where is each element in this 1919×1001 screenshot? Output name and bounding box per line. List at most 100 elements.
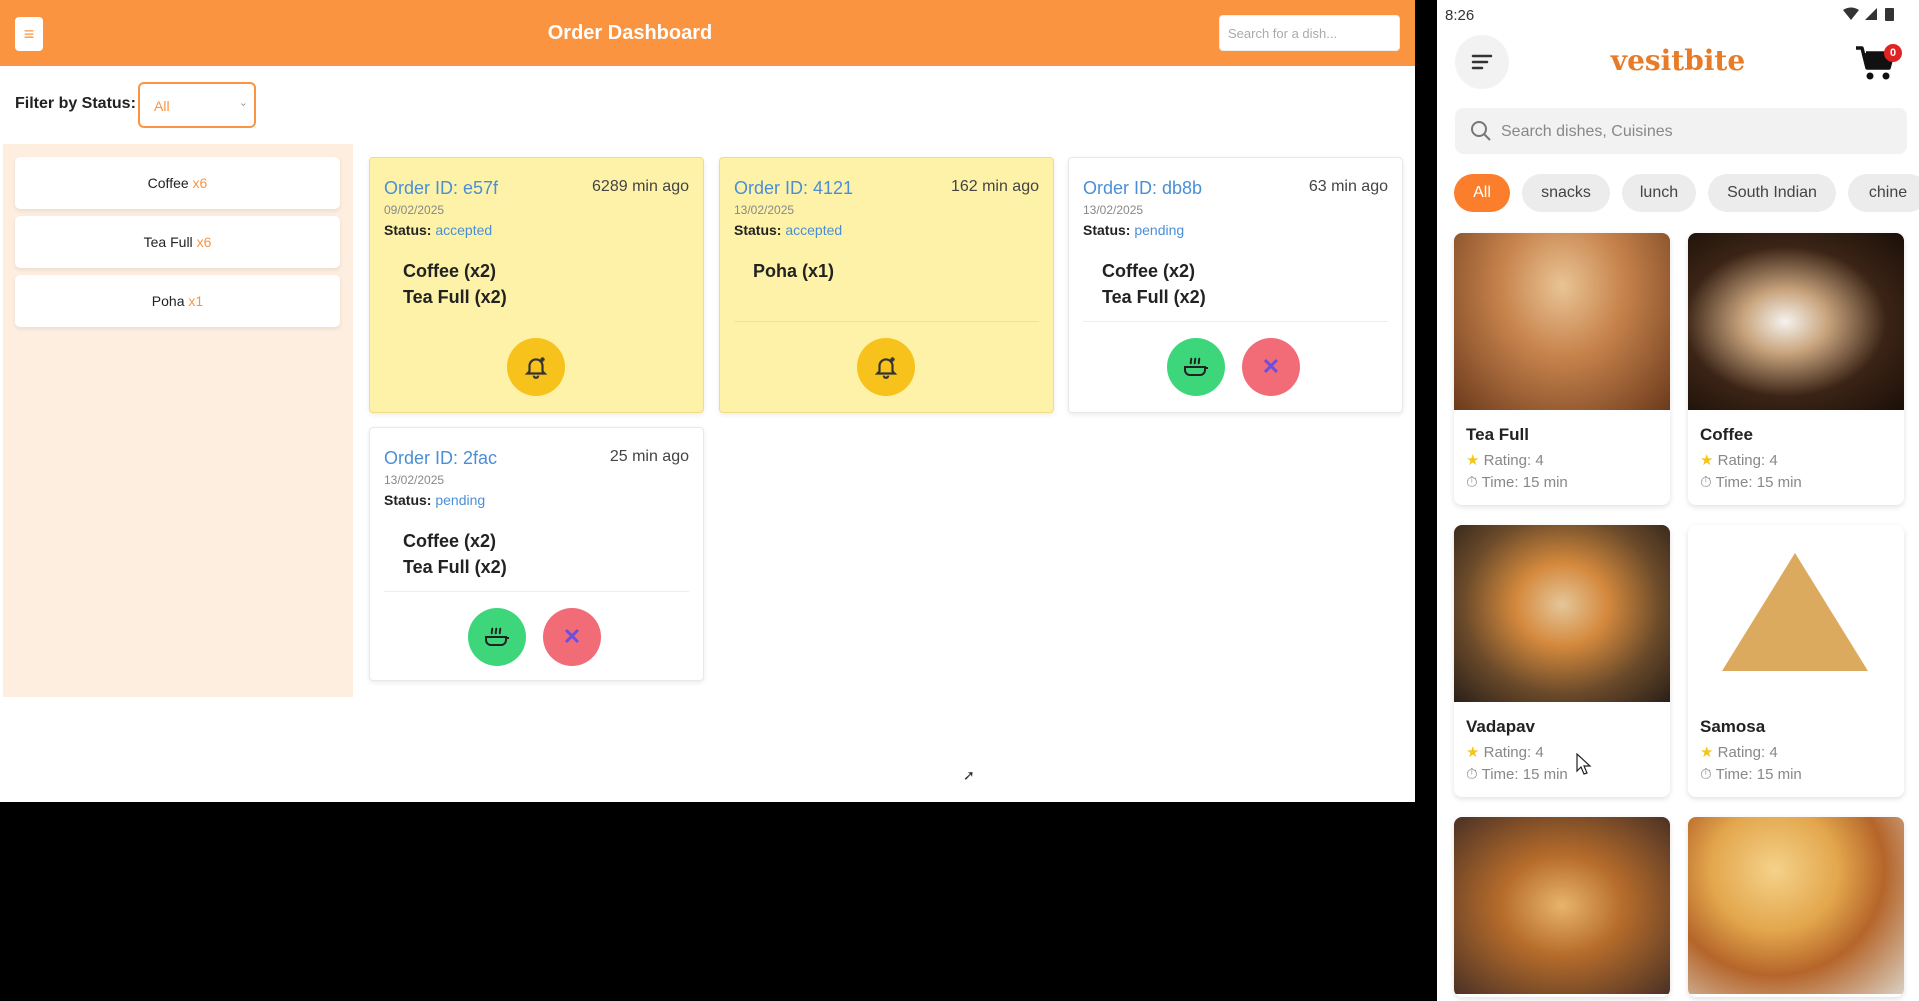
status-label: Status: <box>734 222 782 238</box>
dish-search-field[interactable]: Search dishes, Cuisines <box>1455 108 1907 154</box>
order-date: 13/02/2025 <box>734 203 795 217</box>
status-value: accepted <box>785 222 843 238</box>
food-image <box>1688 817 1904 994</box>
filter-label: Filter by Status: <box>15 95 136 112</box>
order-age: 162 min ago <box>950 178 1039 195</box>
food-name: Vadapav <box>1466 717 1535 736</box>
chip-south-indian[interactable]: South Indian <box>1708 174 1836 212</box>
coffee-image <box>1688 233 1904 410</box>
food-card-coffee[interactable]: Coffee ★ Rating: 4 ⏱ Time: 15 min <box>1688 233 1904 505</box>
divider <box>734 321 1039 322</box>
order-date: 13/02/2025 <box>384 473 445 487</box>
food-time-text: Time: 15 min <box>1481 766 1568 783</box>
order-age: 25 min ago <box>609 448 689 465</box>
summary-item-name: Tea Full <box>143 234 193 250</box>
chip-chinese[interactable]: chine <box>1848 174 1919 212</box>
reject-order-button[interactable]: ✕ <box>543 608 601 666</box>
cooking-pot-icon <box>1184 357 1208 376</box>
star-icon: ★ <box>1700 744 1714 761</box>
order-item: Coffee (x2) <box>403 531 497 551</box>
order-id: Order ID: db8b <box>1083 178 1203 198</box>
order-item: Coffee (x2) <box>1102 261 1196 281</box>
food-card[interactable] <box>1454 817 1670 997</box>
food-rating: ★ Rating: 4 <box>1466 743 1544 761</box>
summary-item-name: Coffee <box>147 175 189 191</box>
status-label: Status: <box>384 222 432 238</box>
star-icon: ★ <box>1466 744 1480 761</box>
order-items: Poha (x1) <box>753 258 834 284</box>
chip-all[interactable]: All <box>1454 174 1510 212</box>
timer-icon: ⏱ <box>1700 474 1712 491</box>
food-time: ⏱ Time: 15 min <box>1466 766 1568 783</box>
tea-image <box>1454 233 1670 410</box>
bell-plus-icon <box>874 357 898 379</box>
notify-ready-button[interactable] <box>857 338 915 396</box>
food-image <box>1454 817 1670 994</box>
food-rating: ★ Rating: 4 <box>1466 451 1544 469</box>
order-date: 13/02/2025 <box>1083 203 1144 217</box>
food-rating-text: Rating: 4 <box>1717 452 1778 469</box>
cooking-pot-icon <box>485 627 509 646</box>
status-label: Status: <box>384 492 432 508</box>
food-rating-text: Rating: 4 <box>1717 744 1778 761</box>
food-time-text: Time: 15 min <box>1715 766 1802 783</box>
food-rating-text: Rating: 4 <box>1483 744 1544 761</box>
summary-item: Coffee x6 <box>15 157 340 209</box>
order-card: Order ID: 2fac 25 min ago 13/02/2025 Sta… <box>369 427 704 681</box>
food-card-samosa[interactable]: Samosa ★ Rating: 4 ⏱ Time: 15 min <box>1688 525 1904 797</box>
order-item: Poha (x1) <box>753 261 835 281</box>
order-id: Order ID: 4121 <box>734 178 854 198</box>
order-id: Order ID: 2fac <box>384 448 498 468</box>
order-status: Status: accepted <box>734 222 842 238</box>
order-age: 63 min ago <box>1308 178 1388 195</box>
chip-lunch[interactable]: lunch <box>1622 174 1696 212</box>
start-cooking-button[interactable] <box>1167 338 1225 396</box>
food-rating: ★ Rating: 4 <box>1700 451 1778 469</box>
vadapav-image <box>1454 525 1670 702</box>
close-icon: ✕ <box>1261 354 1281 379</box>
star-icon: ★ <box>1466 452 1480 469</box>
search-placeholder: Search dishes, Cuisines <box>1501 123 1673 140</box>
timer-icon: ⏱ <box>1466 766 1478 783</box>
status-value: accepted <box>435 222 493 238</box>
timer-icon: ⏱ <box>1466 474 1478 491</box>
order-card: Order ID: db8b 63 min ago 13/02/2025 Sta… <box>1068 157 1403 413</box>
divider <box>384 591 689 592</box>
top-bar: ≡ Order Dashboard Search for a dish... <box>0 0 1415 66</box>
order-item: Coffee (x2) <box>403 261 497 281</box>
food-name: Tea Full <box>1466 425 1529 444</box>
food-name: Samosa <box>1700 717 1766 736</box>
reject-order-button[interactable]: ✕ <box>1242 338 1300 396</box>
order-item: Tea Full (x2) <box>403 287 507 307</box>
summary-item: Tea Full x6 <box>15 216 340 268</box>
order-card: Order ID: 4121 162 min ago 13/02/2025 St… <box>719 157 1054 413</box>
start-cooking-button[interactable] <box>468 608 526 666</box>
order-id: Order ID: e57f <box>384 178 499 198</box>
summary-item-name: Poha <box>151 293 185 309</box>
food-card[interactable] <box>1688 817 1904 997</box>
order-item: Tea Full (x2) <box>1102 287 1206 307</box>
food-card-tea-full[interactable]: Tea Full ★ Rating: 4 ⏱ Time: 15 min <box>1454 233 1670 505</box>
status-filter-select[interactable]: All ⌄ <box>138 82 256 128</box>
app-logo: vesitbite <box>1610 44 1746 77</box>
food-time-text: Time: 15 min <box>1715 474 1802 491</box>
food-card-vadapav[interactable]: Vadapav ★ Rating: 4 ⏱ Time: 15 min <box>1454 525 1670 797</box>
food-time: ⏱ Time: 15 min <box>1700 474 1802 491</box>
dish-search-input[interactable]: Search for a dish... <box>1219 15 1400 51</box>
bell-plus-icon <box>524 357 548 379</box>
order-items: Coffee (x2) Tea Full (x2) <box>1102 258 1206 310</box>
page-title: Order Dashboard <box>547 22 713 44</box>
order-status: Status: accepted <box>384 222 492 238</box>
notify-ready-button[interactable] <box>507 338 565 396</box>
mouse-cursor-icon: ➚ <box>963 767 975 783</box>
chip-snacks[interactable]: snacks <box>1522 174 1610 212</box>
star-icon: ★ <box>1700 452 1714 469</box>
status-label: Status: <box>1083 222 1131 238</box>
order-summary-panel: Coffee x6 Tea Full x6 Poha x1 <box>3 144 353 697</box>
mouse-pointer-icon <box>1576 753 1592 775</box>
food-name: Coffee <box>1700 425 1753 444</box>
samosa-image <box>1688 525 1904 702</box>
status-filter-value: All <box>154 98 170 114</box>
status-bar-icons <box>1841 6 1901 25</box>
food-time: ⏱ Time: 15 min <box>1700 766 1802 783</box>
